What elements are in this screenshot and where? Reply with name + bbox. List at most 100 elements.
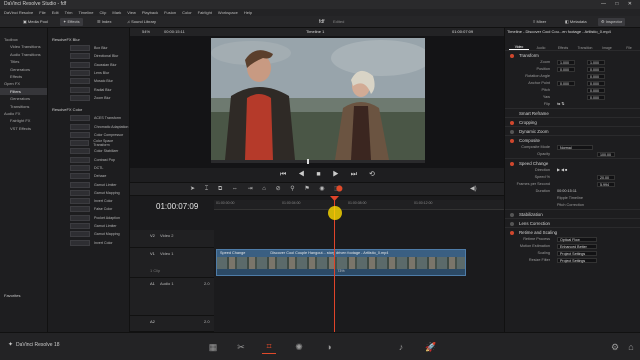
media-pool-button[interactable]: ▣ Media Pool bbox=[20, 18, 51, 26]
effect-item[interactable]: Pocket Adaption bbox=[70, 214, 129, 222]
menu-item[interactable]: View bbox=[127, 9, 136, 16]
metadata-button[interactable]: ◧ Metadata bbox=[562, 18, 590, 26]
position-x-field[interactable]: 0.000 bbox=[557, 67, 575, 72]
edit-tools[interactable]: ➤ ⌶ ⧉ ⇔ ⇥ ⌂ ⊘ ⚲ ⚑ ◉ ⬚ bbox=[190, 185, 344, 193]
zoom-y-field[interactable]: 1.000 bbox=[587, 60, 605, 65]
effects-category[interactable]: Audio Transitions bbox=[0, 51, 47, 58]
pitch-correction-checkbox[interactable]: Pitch Correction bbox=[557, 202, 584, 209]
speed-change-enable-dot[interactable] bbox=[510, 162, 514, 166]
effect-item[interactable]: DCTL bbox=[70, 164, 129, 172]
effect-item[interactable]: Gamut Mapping bbox=[70, 230, 129, 238]
track-name-v2[interactable]: Video 2 bbox=[160, 233, 174, 238]
menu-item[interactable]: Playback bbox=[142, 9, 158, 16]
effect-item[interactable]: Gaussian Blur bbox=[70, 61, 129, 69]
section-speed-change[interactable]: Speed Change bbox=[505, 158, 640, 167]
anchor-x-field[interactable]: 0.000 bbox=[557, 81, 575, 86]
effect-item[interactable]: ACES Transform bbox=[70, 114, 129, 122]
home-icon[interactable]: ⌂ bbox=[624, 340, 638, 354]
section-dynamic-zoom[interactable]: Dynamic Zoom bbox=[505, 126, 640, 135]
effect-item[interactable]: Chromatic Adaptation bbox=[70, 122, 129, 130]
effect-item[interactable]: Lens Blur bbox=[70, 69, 129, 77]
effects-category[interactable]: Generators bbox=[0, 66, 47, 73]
menu-item[interactable]: Mark bbox=[112, 9, 121, 16]
direction-buttons[interactable]: ▶ ◀ ■ bbox=[557, 167, 567, 174]
color-page-icon[interactable]: ◑ bbox=[322, 340, 336, 354]
effect-item[interactable]: Radial Blur bbox=[70, 85, 129, 93]
effects-category[interactable]: Filters bbox=[0, 87, 47, 96]
menu-item[interactable]: DaVinci Resolve bbox=[4, 9, 33, 16]
section-stabilization[interactable]: Stabilization bbox=[505, 209, 640, 218]
ripple-timeline-checkbox[interactable]: Ripple Timeline bbox=[557, 195, 583, 202]
cropping-enable-dot[interactable] bbox=[510, 121, 514, 125]
section-retime-scaling[interactable]: Retime and Scaling bbox=[505, 227, 640, 236]
position-y-field[interactable]: 0.000 bbox=[587, 67, 605, 72]
favorites-header[interactable]: Favorites bbox=[0, 292, 20, 299]
track-header-a1[interactable]: A1 Audio 1 2.0 bbox=[130, 278, 214, 316]
motion-estimation-select[interactable]: Enhanced Better bbox=[557, 244, 597, 249]
effects-category[interactable]: Generators bbox=[0, 95, 47, 102]
effects-category[interactable]: Toolbox bbox=[0, 36, 47, 43]
menu-item[interactable]: Fusion bbox=[164, 9, 176, 16]
anchor-y-field[interactable]: 0.000 bbox=[587, 81, 605, 86]
dynamic-zoom-enable-dot[interactable] bbox=[510, 130, 514, 134]
snapping-icon[interactable]: ⬤ bbox=[336, 185, 343, 192]
resize-filter-select[interactable]: Project Settings bbox=[557, 258, 597, 263]
effect-item[interactable]: Invert Color bbox=[70, 239, 129, 247]
menu-item[interactable]: Edit bbox=[52, 9, 59, 16]
composite-mode-select[interactable]: Normal bbox=[557, 145, 593, 150]
effect-item[interactable]: Contrast Pop bbox=[70, 156, 129, 164]
track-header-a2[interactable]: A2 2.0 bbox=[130, 316, 214, 332]
composite-enable-dot[interactable] bbox=[510, 139, 514, 143]
media-page-icon[interactable]: ▦ bbox=[206, 340, 220, 354]
yaw-field[interactable]: 0.000 bbox=[587, 95, 605, 100]
scaling-select[interactable]: Project Settings bbox=[557, 251, 597, 256]
lens-correction-enable-dot[interactable] bbox=[510, 222, 514, 226]
effect-item[interactable]: Gamut Limiter bbox=[70, 222, 129, 230]
viewer-zoom[interactable]: 54% bbox=[142, 28, 150, 36]
effects-category[interactable]: Titles bbox=[0, 58, 47, 65]
stabilization-enable-dot[interactable] bbox=[510, 213, 514, 217]
section-smart-reframe[interactable]: Smart Reframe bbox=[505, 108, 640, 117]
timeline-viewer[interactable] bbox=[130, 36, 504, 168]
edit-page-icon[interactable]: ⌗ bbox=[262, 340, 276, 354]
effect-item[interactable]: Color Space Transform bbox=[70, 139, 129, 147]
speed-pct-field[interactable]: 20.00 bbox=[597, 175, 615, 180]
duration-value[interactable]: 00:00:15:11 bbox=[557, 188, 577, 195]
effects-category[interactable]: Effects bbox=[0, 73, 47, 80]
effect-item[interactable]: Directional Blur bbox=[70, 52, 129, 60]
project-settings-icon[interactable]: ⚙ bbox=[608, 340, 622, 354]
menu-item[interactable]: Fairlight bbox=[198, 9, 212, 16]
effects-category[interactable]: VST Effects bbox=[0, 125, 47, 132]
retime-process-select[interactable]: Optical Flow bbox=[557, 237, 597, 242]
effects-button[interactable]: ✦ Effects bbox=[60, 18, 83, 26]
fusion-page-icon[interactable]: ✺ bbox=[292, 340, 306, 354]
video-clip[interactable]: Speed Change Discover Cool Couple Hangou… bbox=[216, 249, 466, 276]
cut-page-icon[interactable]: ✂ bbox=[234, 340, 248, 354]
index-button[interactable]: ☰ Index bbox=[94, 18, 115, 26]
fairlight-page-icon[interactable]: ♪ bbox=[394, 340, 408, 354]
effect-item[interactable]: Color Stabilizer bbox=[70, 147, 129, 155]
effect-item[interactable]: Zoom Blur bbox=[70, 94, 129, 102]
effect-item[interactable]: Color Compressor bbox=[70, 131, 129, 139]
effect-item[interactable]: Box Blur bbox=[70, 44, 129, 52]
effects-category[interactable]: Video Transitions bbox=[0, 43, 47, 50]
menu-item[interactable]: Workspace bbox=[218, 9, 238, 16]
section-cropping[interactable]: Cropping bbox=[505, 117, 640, 126]
opacity-field[interactable]: 100.00 bbox=[597, 152, 615, 157]
effects-category[interactable]: Fairlight FX bbox=[0, 117, 47, 124]
transform-enable-dot[interactable] bbox=[510, 54, 514, 58]
track-header-v2[interactable]: V2 Video 2 bbox=[130, 230, 214, 248]
effect-item[interactable]: Gamut Limiter bbox=[70, 180, 129, 188]
menu-item[interactable]: Help bbox=[244, 9, 252, 16]
transport-buttons[interactable]: ⏮ ◀ ■ ▶ ⏭ ⟲ bbox=[280, 170, 380, 179]
inspector-button[interactable]: ⚙ Inspector bbox=[598, 18, 626, 26]
audio-meter-icon[interactable]: ◀) bbox=[470, 185, 477, 192]
sound-library-button[interactable]: ♫ Sound Library bbox=[124, 18, 159, 26]
effect-item[interactable]: False Color bbox=[70, 205, 129, 213]
effect-item[interactable]: Dehaze bbox=[70, 172, 129, 180]
effect-item[interactable]: Mosaic Blur bbox=[70, 77, 129, 85]
menu-item[interactable]: Trim bbox=[65, 9, 73, 16]
fps-field[interactable]: 5.994 bbox=[597, 182, 615, 187]
mixer-button[interactable]: ≡ Mixer bbox=[530, 18, 549, 26]
effect-item[interactable]: Invert Color bbox=[70, 197, 129, 205]
